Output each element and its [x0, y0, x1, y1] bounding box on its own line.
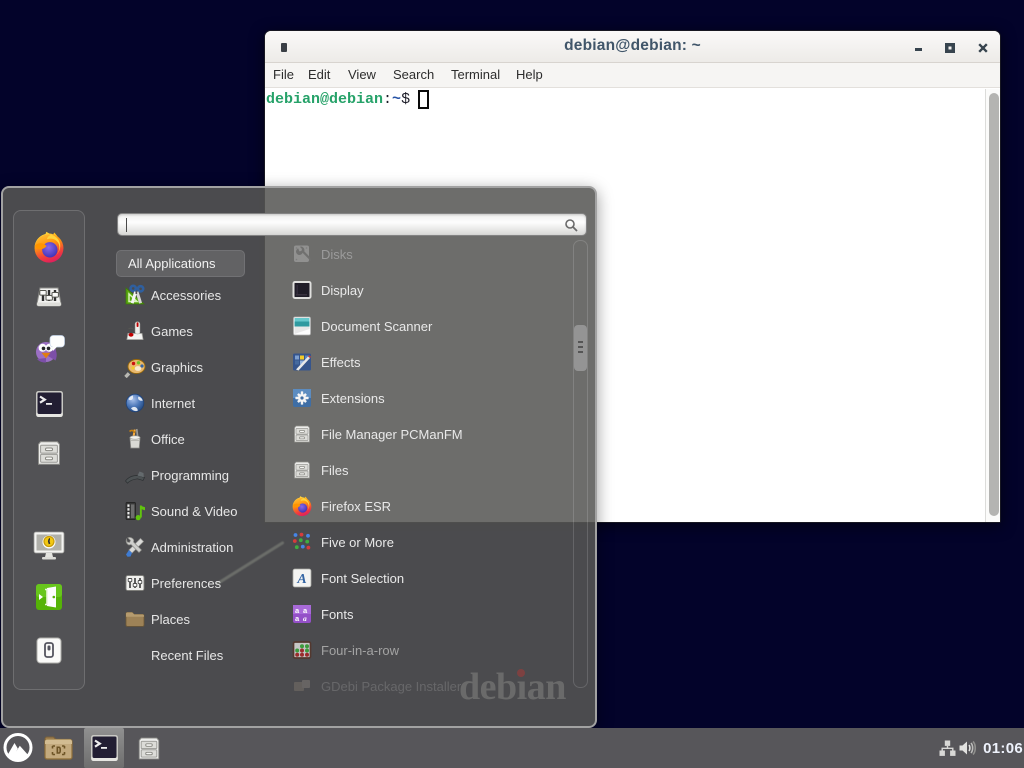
svg-text:A: A — [296, 572, 306, 587]
svg-text:a: a — [303, 614, 307, 623]
